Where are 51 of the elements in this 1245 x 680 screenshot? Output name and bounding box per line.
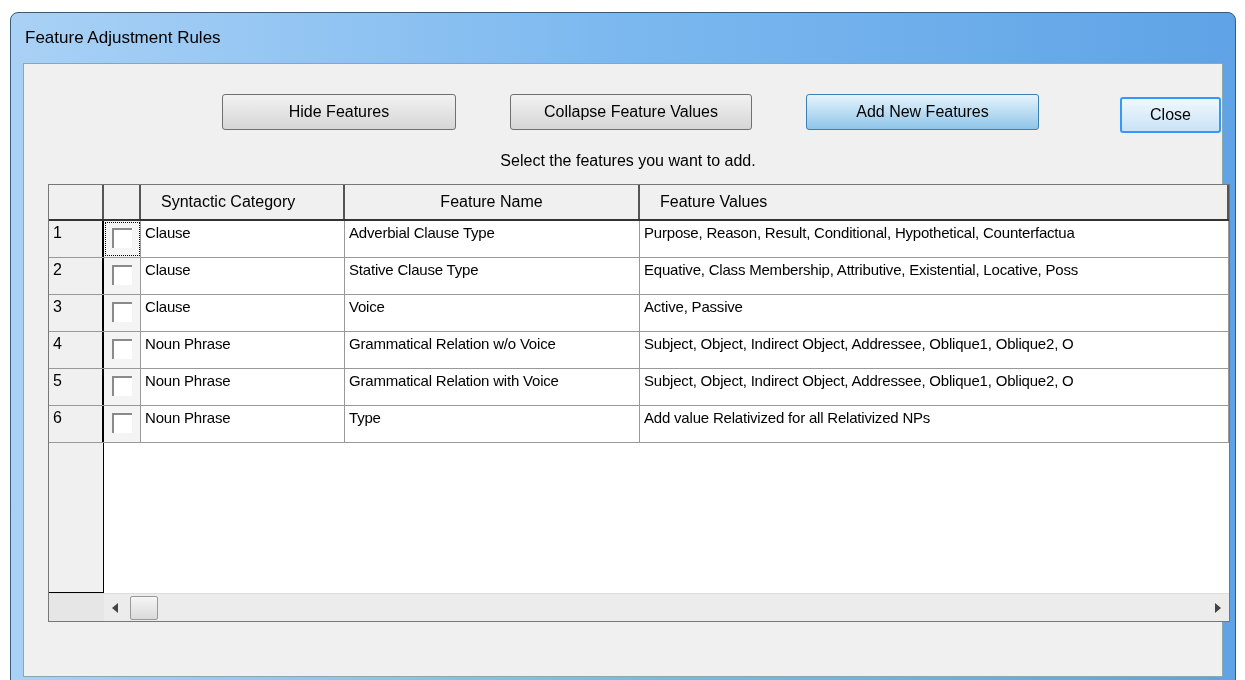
dialog-button[interactable]: Close	[1120, 97, 1221, 133]
checkbox[interactable]	[112, 413, 132, 433]
row-header[interactable]: 5	[49, 369, 104, 405]
table-cell: Type	[345, 406, 640, 442]
table-cell: Noun Phrase	[141, 369, 345, 405]
checkbox-cell[interactable]	[104, 332, 141, 368]
checkbox-cell[interactable]	[104, 369, 141, 405]
table-cell: Voice	[345, 295, 640, 331]
checkbox-cell[interactable]	[104, 295, 141, 331]
column-header[interactable]: Syntactic Category	[141, 185, 345, 219]
scroll-left-icon[interactable]	[112, 602, 118, 613]
table-cell: Purpose, Reason, Result, Conditional, Hypothetical, Counterfactua	[640, 221, 1229, 257]
dialog-button[interactable]: Hide Features	[222, 94, 456, 130]
checkbox[interactable]	[112, 302, 132, 322]
instruction-text: Select the features you want to add.	[500, 151, 756, 171]
column-header[interactable]: Feature Name	[345, 185, 640, 219]
table-cell: Active, Passive	[640, 295, 1229, 331]
table-cell: Equative, Class Membership, Attributive, Existential, Locative, Poss	[640, 258, 1229, 294]
checkbox[interactable]	[112, 339, 132, 359]
dialog-button[interactable]: Collapse Feature Values	[510, 94, 752, 130]
scroll-right-icon[interactable]	[1215, 602, 1221, 613]
window-title: Feature Adjustment Rules	[25, 27, 221, 50]
table-cell: Adverbial Clause Type	[345, 221, 640, 257]
checkbox-cell[interactable]	[104, 221, 141, 257]
table-cell: Clause	[141, 295, 345, 331]
row-header[interactable]: 4	[49, 332, 104, 368]
row-header[interactable]: 3	[49, 295, 104, 331]
table-cell: Subject, Object, Indirect Object, Addressee, Oblique1, Oblique2, O	[640, 369, 1229, 405]
table-cell: Clause	[141, 221, 345, 257]
horizontal-scrollbar[interactable]	[104, 594, 1229, 621]
table-cell: Noun Phrase	[141, 332, 345, 368]
dialog-button[interactable]: Add New Features	[806, 94, 1039, 130]
column-header[interactable]: Feature Values	[640, 185, 1229, 219]
row-header[interactable]: 6	[49, 406, 104, 442]
checkbox[interactable]	[112, 376, 132, 396]
checkbox[interactable]	[112, 265, 132, 285]
checkbox-cell[interactable]	[104, 406, 141, 442]
checkbox-cell[interactable]	[104, 258, 141, 294]
scroll-thumb[interactable]	[130, 595, 158, 620]
header-corner	[49, 185, 104, 219]
table-cell: Subject, Object, Indirect Object, Addressee, Oblique1, Oblique2, O	[640, 332, 1229, 368]
row-header[interactable]: 1	[49, 221, 104, 257]
table-cell: Noun Phrase	[141, 406, 345, 442]
checkbox[interactable]	[112, 228, 132, 248]
table-cell: Grammatical Relation w/o Voice	[345, 332, 640, 368]
table-cell: Add value Relativized for all Relativized NPs	[640, 406, 1229, 442]
table-cell: Stative Clause Type	[345, 258, 640, 294]
table-cell: Grammatical Relation with Voice	[345, 369, 640, 405]
row-header[interactable]: 2	[49, 258, 104, 294]
table-cell: Clause	[141, 258, 345, 294]
column-header[interactable]	[104, 185, 141, 219]
